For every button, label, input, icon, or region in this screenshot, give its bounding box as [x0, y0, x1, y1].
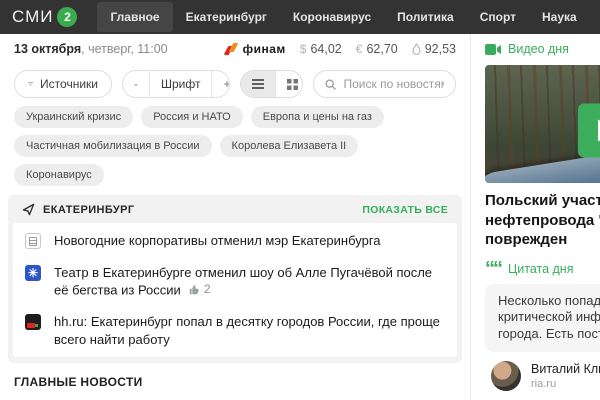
logo-badge-2: 2	[57, 7, 77, 27]
ekaterinburg-section: ЕКАТЕРИНБУРГ ПОКАЗАТЬ ВСЕ Новогодние кор…	[8, 195, 462, 363]
search-input[interactable]	[343, 77, 444, 91]
quote-author[interactable]: Виталий Кличко ria.ru	[491, 361, 600, 391]
news-title: Театр в Екатеринбурге отменил шоу об Алл…	[54, 264, 445, 300]
nav-item-biznes[interactable]: Бизнес	[590, 2, 600, 32]
author-source: ria.ru	[531, 378, 600, 390]
news-item[interactable]: Новогодние корпоративы отменил мэр Екате…	[13, 225, 457, 257]
quote-of-day-header[interactable]: ““ Цитата дня	[485, 262, 600, 276]
filter-icon	[28, 79, 33, 89]
list-view-button[interactable]	[241, 71, 275, 97]
market-rates: финам $ 64,02 € 62,70 92,53	[225, 42, 456, 56]
main-news-title: ГЛАВНЫЕ НОВОСТИ	[14, 375, 456, 389]
news-toolbar: Источники - Шрифт +	[0, 64, 470, 98]
quote-icon: ““	[485, 264, 501, 274]
logo-text: СМИ	[12, 7, 53, 27]
tag-europe-gas[interactable]: Европа и цены на газ	[251, 106, 384, 128]
info-bar: 13 октября, четверг, 11:00 финам $ 64,02…	[0, 34, 470, 64]
author-name: Виталий Кличко	[531, 362, 600, 376]
location-arrow-icon	[22, 203, 35, 216]
likes-count[interactable]: 2	[189, 281, 211, 297]
current-date: 13 октября, четверг, 11:00	[14, 42, 168, 56]
font-size-control: - Шрифт +	[122, 70, 230, 98]
show-all-link[interactable]: ПОКАЗАТЬ ВСЕ	[362, 204, 448, 216]
topic-tags: Украинский кризис Россия и НАТО Европа и…	[0, 98, 470, 190]
newspaper-favicon	[25, 233, 41, 249]
sources-button[interactable]: Источники	[14, 70, 112, 98]
font-increase-button[interactable]: +	[211, 71, 230, 97]
top-nav-bar: СМИ 2 Главное Екатеринбург Коронавирус П…	[0, 0, 600, 34]
news-item[interactable]: В Киевской области заявили об ударах по …	[8, 393, 462, 400]
main-column: 13 октября, четверг, 11:00 финам $ 64,02…	[0, 34, 470, 400]
dollar-icon: $	[300, 42, 307, 56]
euro-icon: €	[356, 42, 363, 56]
video-camera-icon	[485, 44, 501, 55]
eur-rate: € 62,70	[356, 42, 398, 56]
tag-coronavirus[interactable]: Коронавирус	[14, 164, 104, 186]
ekaterinburg-news-list: Новогодние корпоративы отменил мэр Екате…	[13, 223, 457, 357]
ekaterinburg-section-header: ЕКАТЕРИНБУРГ ПОКАЗАТЬ ВСЕ	[8, 195, 462, 223]
nav-item-politika[interactable]: Политика	[384, 2, 467, 32]
search-icon	[325, 78, 336, 91]
video-of-day-header[interactable]: Видео дня	[485, 42, 600, 56]
video-title[interactable]: Польский участок нефтепровода "Дружба" п…	[485, 191, 600, 250]
news-title: Новогодние корпоративы отменил мэр Екате…	[54, 232, 381, 250]
smi2-logo[interactable]: СМИ 2	[12, 7, 77, 27]
tag-russia-nato[interactable]: Россия и НАТО	[141, 106, 243, 128]
asterisk-favicon: ✳	[25, 265, 41, 281]
usd-rate: $ 64,02	[300, 42, 342, 56]
thumbs-up-icon	[189, 284, 200, 295]
font-decrease-button[interactable]: -	[123, 71, 149, 97]
video-thumbnail[interactable]	[485, 65, 600, 183]
news-item[interactable]: hh.ru: Екатеринбург попал в десятку горо…	[13, 306, 457, 355]
main-news-list: В Киевской области заявили об ударах по …	[8, 393, 462, 400]
news-item[interactable]: ✳ Театр в Екатеринбурге отменил шоу об А…	[13, 257, 457, 307]
quote-text: Несколько попаданий в объекты критическо…	[485, 284, 600, 353]
news-search	[313, 70, 456, 98]
right-sidebar: Видео дня Польский участок нефтепровода …	[470, 34, 600, 400]
oil-rate: 92,53	[412, 42, 456, 56]
tag-mobilization[interactable]: Частичная мобилизация в России	[14, 135, 212, 157]
hh-favicon	[25, 314, 41, 330]
nav-item-nauka[interactable]: Наука	[529, 2, 590, 32]
finam-flame-icon	[225, 43, 238, 56]
nav-item-sport[interactable]: Спорт	[467, 2, 529, 32]
avatar	[491, 361, 521, 391]
nav-item-ekaterinburg[interactable]: Екатеринбург	[173, 2, 280, 32]
tag-queen-elizabeth[interactable]: Королева Елизавета II	[220, 135, 359, 157]
view-toggle	[240, 70, 303, 98]
play-button[interactable]	[578, 103, 600, 157]
finam-logo[interactable]: финам	[225, 42, 286, 56]
nav-item-glavnoe[interactable]: Главное	[97, 2, 172, 32]
font-label: Шрифт	[149, 71, 211, 97]
section-title: ЕКАТЕРИНБУРГ	[43, 204, 135, 216]
news-title: hh.ru: Екатеринбург попал в десятку горо…	[54, 313, 445, 348]
main-nav: Главное Екатеринбург Коронавирус Политик…	[97, 0, 600, 34]
tag-ukrainian-crisis[interactable]: Украинский кризис	[14, 106, 133, 128]
grid-view-icon	[287, 79, 298, 90]
oil-drop-icon	[412, 43, 421, 55]
grid-view-button[interactable]	[275, 71, 303, 97]
nav-item-koronavirus[interactable]: Коронавирус	[280, 2, 384, 32]
list-view-icon	[252, 79, 264, 89]
